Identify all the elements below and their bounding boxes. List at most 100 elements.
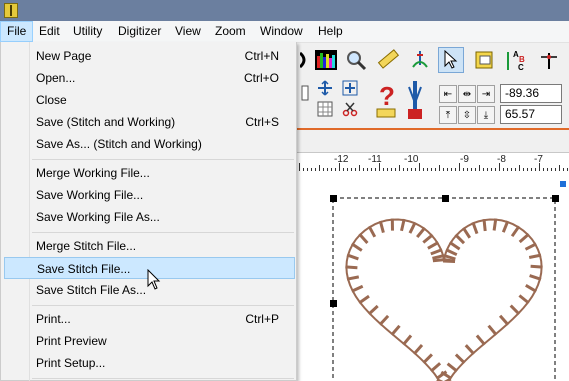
svg-text:C: C xyxy=(518,63,524,72)
satin-stitch xyxy=(487,324,498,336)
menu-item-label: Print Setup... xyxy=(36,356,106,370)
satin-stitch xyxy=(475,334,486,346)
satin-stitch xyxy=(367,304,379,316)
satin-stitch xyxy=(432,258,446,263)
scissors-icon[interactable] xyxy=(339,99,361,119)
menu-view[interactable]: View xyxy=(169,21,207,42)
ruler-tick xyxy=(539,163,540,171)
menu-file[interactable]: File xyxy=(0,21,34,42)
menu-window[interactable]: Window xyxy=(254,21,309,42)
move-arrows-icon[interactable] xyxy=(314,78,336,98)
menu-item-close[interactable]: Close xyxy=(4,89,295,111)
menu-utility[interactable]: Utility xyxy=(67,21,108,42)
menu-item-merge-working-file[interactable]: Merge Working File... xyxy=(4,162,295,184)
menu-item-shortcut: Ctrl+P xyxy=(245,312,279,326)
satin-stitch xyxy=(390,324,401,336)
align-right-icon[interactable]: ⇥ xyxy=(477,85,495,103)
menu-item-merge-stitch-file[interactable]: Merge Stitch File... xyxy=(4,235,295,257)
ruler-tick xyxy=(299,163,300,171)
menu-item-open[interactable]: Open... Ctrl+O xyxy=(4,67,295,89)
satin-stitch xyxy=(358,294,370,305)
ruler-tick xyxy=(499,163,500,171)
menu-item-new-page[interactable]: New Page Ctrl+N xyxy=(4,45,295,67)
satin-stitch xyxy=(509,304,521,316)
x-coordinate-field[interactable]: -89.36 xyxy=(500,84,562,103)
align-bottom-icon[interactable]: ⤓ xyxy=(477,106,495,124)
menu-item-label: Merge Stitch File... xyxy=(36,239,137,253)
align-center-h-icon[interactable]: ⇹ xyxy=(458,85,476,103)
satin-stitch xyxy=(498,314,510,326)
satin-stitch xyxy=(530,264,543,269)
menu-separator xyxy=(32,378,294,379)
stitch-tool-icon[interactable] xyxy=(536,47,562,73)
menu-item-print-setup[interactable]: Print Setup... xyxy=(4,352,295,374)
satin-stitch xyxy=(448,241,461,251)
menu-edit[interactable]: Edit xyxy=(33,21,66,42)
toolbar-divider xyxy=(297,128,569,130)
align-center-v-icon[interactable]: ⇳ xyxy=(458,106,476,124)
file-menu-dropdown: New Page Ctrl+N Open... Ctrl+O Close Save … xyxy=(0,42,297,381)
menu-item-save-as[interactable]: Save As... (Stitch and Working) xyxy=(4,133,295,155)
ruler-label: -12 xyxy=(334,154,349,165)
menu-item-label: Open... xyxy=(36,71,76,85)
menu-item-print-preview[interactable]: Print Preview xyxy=(4,330,295,352)
satin-stitch xyxy=(529,274,542,281)
menu-item-label: Save (Stitch and Working) xyxy=(36,115,176,129)
help-question-icon[interactable]: ? xyxy=(372,78,400,122)
edge-icon[interactable] xyxy=(298,47,310,73)
satin-stitch xyxy=(378,314,390,326)
menu-item-print[interactable]: Print... Ctrl+P xyxy=(4,308,295,330)
menu-zoom[interactable]: Zoom xyxy=(209,21,252,42)
ruler-tick xyxy=(379,163,380,171)
satin-stitch xyxy=(422,353,433,364)
menu-separator xyxy=(32,232,294,233)
menu-item-save[interactable]: Save (Stitch and Working) Ctrl+S xyxy=(4,111,295,133)
menu-separator xyxy=(32,159,294,160)
satin-stitch xyxy=(346,253,359,261)
menu-item-label: New Page xyxy=(36,49,92,63)
menu-bar: File Edit Utility Digitizer View Zoom Wi… xyxy=(0,21,569,43)
satin-stitch xyxy=(402,334,413,346)
satin-stitch xyxy=(358,233,369,244)
align-top-icon[interactable]: ⤒ xyxy=(439,106,457,124)
ruler-tick xyxy=(339,163,340,171)
ruler-label: -10 xyxy=(404,154,419,165)
satin-stitch xyxy=(422,233,434,244)
menu-digitizer[interactable]: Digitizer xyxy=(112,21,167,42)
text-abc-icon[interactable]: ABC xyxy=(503,47,529,73)
satin-stitch xyxy=(350,242,363,252)
menu-item-label: Save Stitch File... xyxy=(37,262,131,276)
menu-help[interactable]: Help xyxy=(312,21,349,42)
satin-stitch xyxy=(378,220,385,233)
needle-icon[interactable] xyxy=(407,47,433,73)
heart-design[interactable] xyxy=(297,171,569,381)
menu-item-save-working-file-as[interactable]: Save Working File As... xyxy=(4,206,295,228)
menu-item-save-working-file[interactable]: Save Working File... xyxy=(4,184,295,206)
title-bar xyxy=(0,0,569,21)
satin-stitch xyxy=(518,232,530,244)
select-arrow-icon[interactable] xyxy=(438,47,464,73)
align-left-icon[interactable]: ⇤ xyxy=(439,85,457,103)
design-canvas[interactable] xyxy=(297,171,569,381)
thread-spool-icon[interactable] xyxy=(404,78,426,122)
y-coordinate-field[interactable]: 65.57 xyxy=(500,105,562,124)
center-arrows-icon[interactable] xyxy=(339,78,361,98)
menu-item-label: Save Working File As... xyxy=(36,210,160,224)
notebook-icon[interactable] xyxy=(471,47,497,73)
color-palette-icon[interactable] xyxy=(313,47,339,73)
menu-item-label: Print... xyxy=(36,312,71,326)
grid-icon[interactable] xyxy=(314,99,336,119)
menu-item-label: Save As... (Stitch and Working) xyxy=(36,137,202,151)
edge-tool-icon[interactable] xyxy=(298,80,312,106)
menu-item-label: Save Stitch File As... xyxy=(36,283,147,297)
menu-item-label: Close xyxy=(36,93,67,107)
satin-stitch xyxy=(445,248,458,257)
satin-stitch xyxy=(412,344,424,355)
satin-stitch xyxy=(454,233,466,245)
satin-stitch xyxy=(462,226,472,239)
satin-stitch xyxy=(528,253,542,259)
ruler-icon[interactable] xyxy=(375,47,401,73)
satin-stitch xyxy=(430,248,443,256)
satin-stitch xyxy=(471,221,479,235)
magnifier-icon[interactable] xyxy=(343,47,369,73)
